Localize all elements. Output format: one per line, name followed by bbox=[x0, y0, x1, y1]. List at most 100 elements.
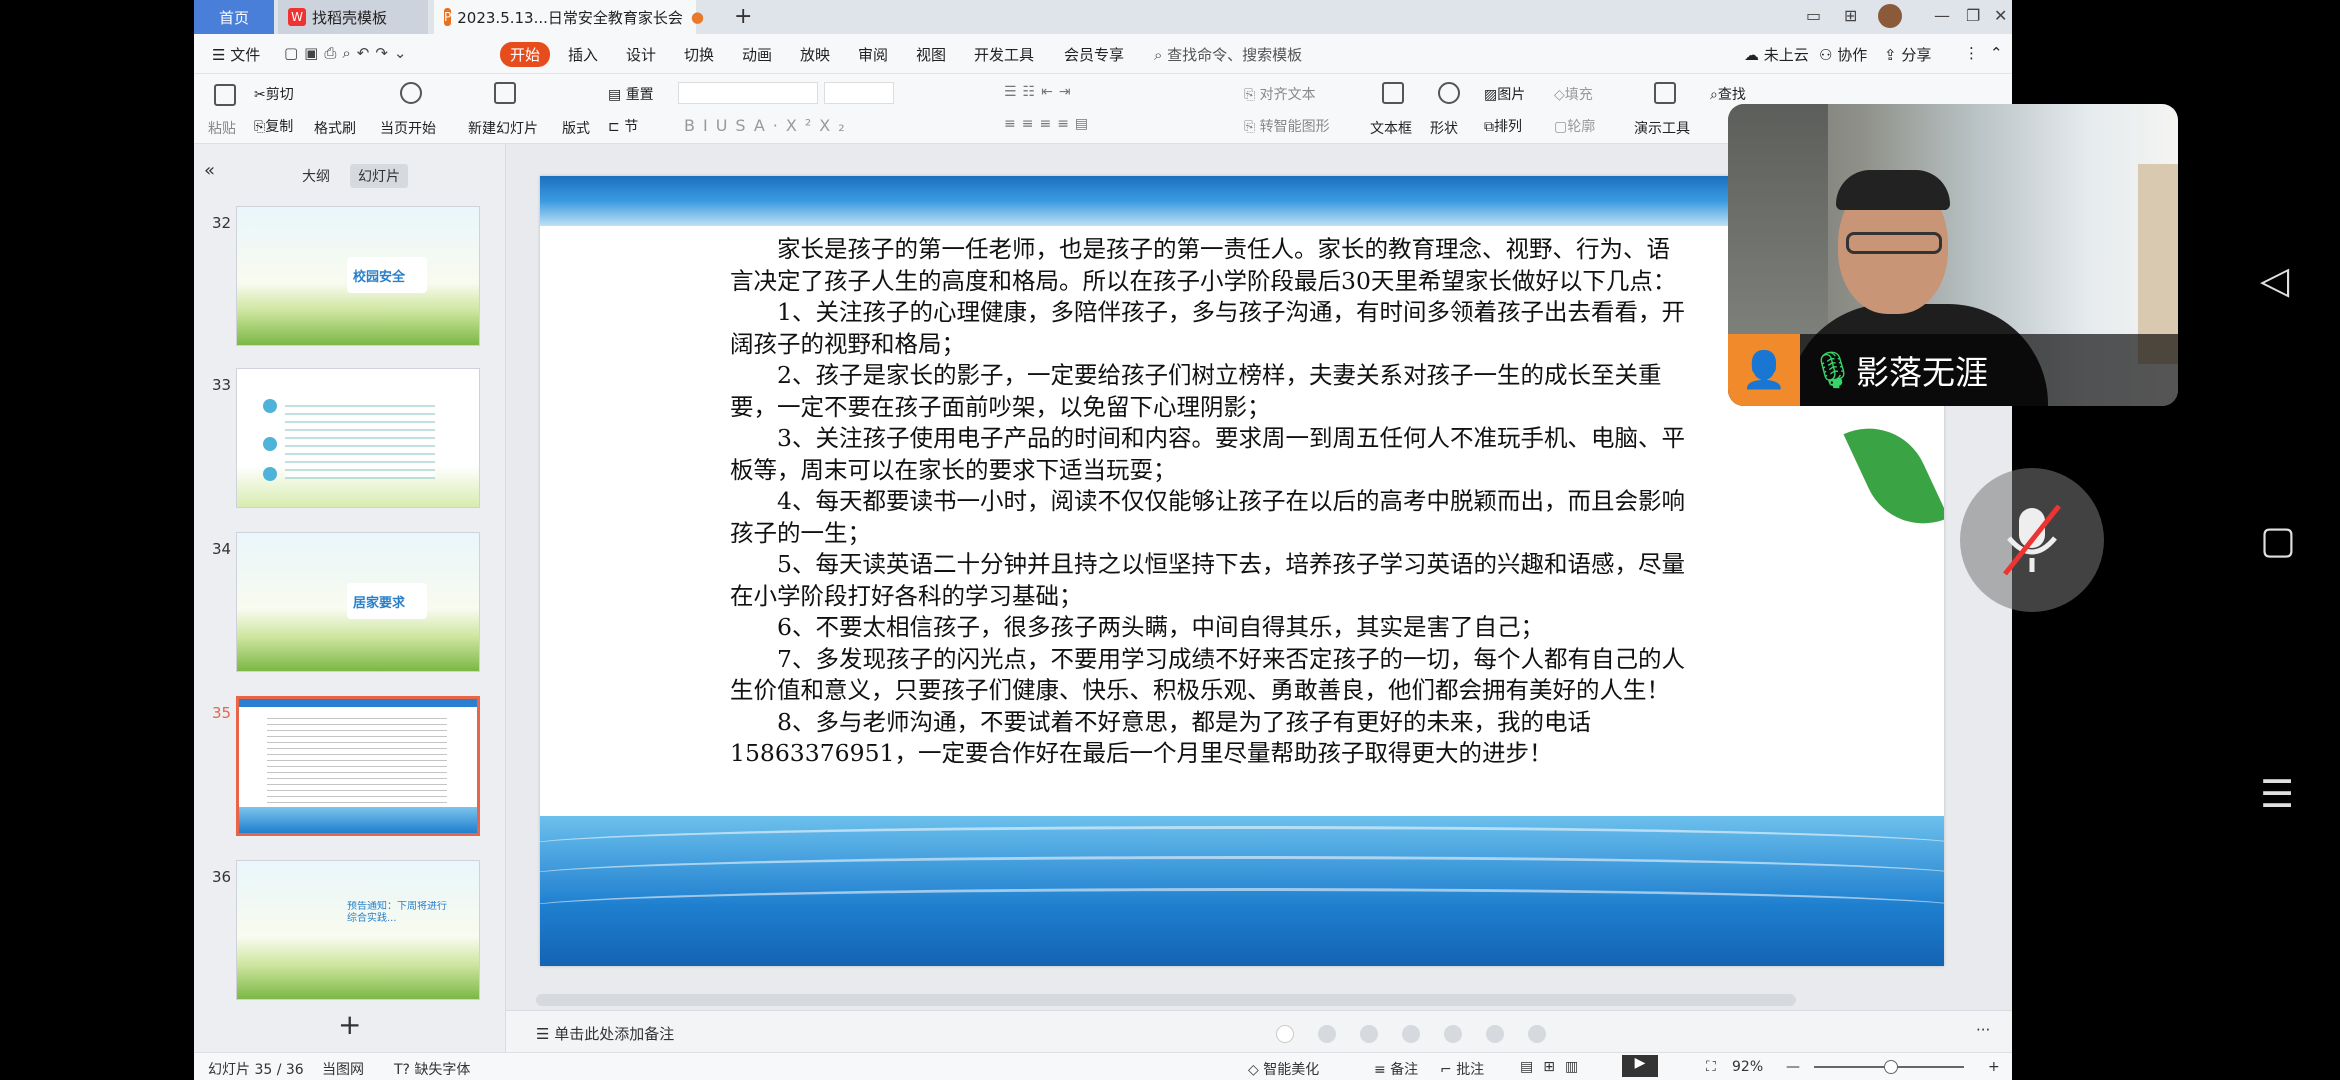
command-search[interactable]: ⌕ 查找命令、搜索模板 bbox=[1154, 44, 1302, 65]
zoom-out-button[interactable]: — bbox=[1786, 1059, 1800, 1075]
home-nav-icon[interactable]: ▢ bbox=[2260, 518, 2296, 562]
slide-thumb-33[interactable] bbox=[236, 368, 480, 508]
menu-developer[interactable]: 开发工具 bbox=[974, 44, 1034, 65]
layout-icon[interactable]: ▭ bbox=[1806, 6, 1821, 25]
comments-toggle[interactable]: ⌐ 批注 bbox=[1440, 1059, 1484, 1079]
paragraph: 5、每天读英语二十分钟并且持之以恒坚持下去，培养孩子学习英语的兴趣和语感，尽量在… bbox=[730, 550, 1685, 610]
play-icon[interactable] bbox=[400, 82, 422, 104]
collapse-ribbon-icon[interactable]: ⌃ bbox=[1990, 44, 2003, 62]
tab-slides[interactable]: 幻灯片 bbox=[350, 164, 408, 188]
present-tool-button[interactable]: 演示工具 bbox=[1634, 118, 1690, 138]
missing-font-button[interactable]: T? 缺失字体 bbox=[394, 1059, 470, 1079]
zoom-level[interactable]: 92% bbox=[1732, 1059, 1763, 1075]
font-name-select[interactable] bbox=[678, 82, 818, 104]
reset-button[interactable]: ▤ 重置 bbox=[608, 84, 654, 104]
add-slide-button[interactable]: + bbox=[338, 1008, 361, 1041]
more-icon[interactable]: ⋮ bbox=[1964, 44, 1979, 62]
restore-icon[interactable]: ❐ bbox=[1966, 6, 1980, 25]
notes-bar[interactable]: ☰ 单击此处添加备注 ··· bbox=[506, 1010, 2012, 1052]
mute-button[interactable] bbox=[1960, 468, 2104, 612]
cut-button[interactable]: ✂剪切 bbox=[254, 84, 294, 104]
copy-button[interactable]: ⎘复制 bbox=[254, 116, 293, 136]
textbox-icon[interactable] bbox=[1382, 82, 1404, 104]
theme-name[interactable]: 当图网 bbox=[322, 1059, 364, 1079]
participant-name: 影落无涯 bbox=[1856, 353, 1988, 392]
menu-file[interactable]: ☰ 文件 bbox=[212, 44, 260, 65]
find-button[interactable]: ⌕查找 bbox=[1710, 84, 1746, 104]
grid-icon[interactable]: ⊞ bbox=[1844, 6, 1857, 25]
menu-start[interactable]: 开始 bbox=[500, 42, 551, 67]
collapse-panel-icon[interactable]: « bbox=[204, 160, 215, 181]
cloud-status[interactable]: ☁ 未上云 bbox=[1744, 44, 1809, 65]
picture-button[interactable]: ▨图片 bbox=[1484, 84, 1525, 104]
slide-thumb-36[interactable]: 预告通知：下周将进行综合实践... bbox=[236, 860, 480, 1000]
participant-bar: 👤 🎙 影落无涯 bbox=[1728, 334, 2178, 406]
horizontal-scrollbar[interactable] bbox=[536, 994, 1796, 1006]
close-icon[interactable]: ✕ bbox=[1994, 6, 2007, 25]
menu-transition[interactable]: 切换 bbox=[684, 44, 714, 65]
tab-outline[interactable]: 大纲 bbox=[294, 164, 338, 188]
menu-view[interactable]: 视图 bbox=[916, 44, 946, 65]
font-size-select[interactable] bbox=[824, 82, 894, 104]
tab-home[interactable]: 首页 bbox=[194, 0, 274, 34]
font-style-buttons[interactable]: BIUSA·X²X₂ bbox=[684, 116, 853, 135]
menu-review[interactable]: 审阅 bbox=[858, 44, 888, 65]
menu-nav-icon[interactable]: ☰ bbox=[2260, 772, 2294, 816]
user-icon: 👤 bbox=[1728, 334, 1800, 406]
menu-slideshow[interactable]: 放映 bbox=[800, 44, 830, 65]
more-dots-icon[interactable]: ··· bbox=[1976, 1021, 1990, 1039]
menu-bar: ☰ 文件 ▢▣⎙⌕↶↷⌄ 开始 插入 设计 切换 动画 放映 审阅 视图 开发工… bbox=[194, 34, 2012, 74]
slide-thumb-32[interactable]: 校园安全 bbox=[236, 206, 480, 346]
share-button[interactable]: ⇪ 分享 bbox=[1884, 44, 1931, 65]
quick-access-icons[interactable]: ▢▣⎙⌕↶↷⌄ bbox=[284, 44, 412, 62]
tab-bar: 首页 W 找稻壳模板 P 2023.5.13...日常安全教育家长会 ● + ▭ ⊞ … bbox=[194, 0, 2012, 34]
arrange-button[interactable]: ⧉排列 bbox=[1484, 116, 1522, 136]
view-buttons[interactable]: ▤⊞▥ bbox=[1520, 1059, 1588, 1075]
zoom-fit-icon[interactable]: ⛶ bbox=[1706, 1059, 1716, 1075]
zoom-in-button[interactable]: + bbox=[1988, 1059, 2000, 1075]
beautify-button[interactable]: ◇ 智能美化 bbox=[1248, 1059, 1319, 1079]
from-current-button[interactable]: 当页开始 bbox=[380, 118, 436, 138]
minimize-icon[interactable]: — bbox=[1934, 6, 1950, 25]
align-buttons[interactable]: ≡≡≡≡▤ bbox=[1004, 116, 1094, 132]
textbox-button[interactable]: 文本框 bbox=[1370, 118, 1412, 138]
layout-button[interactable]: 版式 bbox=[562, 118, 590, 138]
list-buttons[interactable]: ☰☷⇤⇥ bbox=[1004, 84, 1077, 100]
paste-button[interactable]: 粘贴 bbox=[208, 118, 236, 138]
shape-button[interactable]: 形状 bbox=[1430, 118, 1458, 138]
collaborate-button[interactable]: ⚇ 协作 bbox=[1819, 44, 1867, 65]
present-tool-icon[interactable] bbox=[1654, 82, 1676, 104]
paragraph: 4、每天都要读书一小时，阅读不仅仅能够让孩子在以后的高考中脱颖而出，而且会影响孩… bbox=[730, 487, 1685, 547]
paragraph: 3、关注孩子使用电子产品的时间和内容。要求周一到周五任何人不准玩手机、电脑、平板… bbox=[730, 424, 1685, 484]
tab-templates[interactable]: W 找稻壳模板 bbox=[278, 0, 428, 34]
shape-icon[interactable] bbox=[1438, 82, 1460, 104]
page-dots bbox=[1276, 1025, 1546, 1043]
paste-icon[interactable] bbox=[214, 84, 236, 106]
notes-placeholder[interactable]: ☰ 单击此处添加备注 bbox=[536, 1023, 674, 1044]
slide-thumb-35[interactable] bbox=[236, 696, 480, 836]
new-slide-icon[interactable] bbox=[494, 82, 516, 104]
slide-body-text[interactable]: 家长是孩子的第一任老师，也是孩子的第一责任人。家长的教育理念、视野、行为、语言决… bbox=[730, 234, 1690, 770]
back-nav-icon[interactable]: ◁ bbox=[2260, 258, 2289, 302]
video-call-window[interactable]: 👤 🎙 影落无涯 bbox=[1728, 104, 2178, 406]
fill-button[interactable]: ◇填充 bbox=[1554, 84, 1593, 104]
thumb-number: 33 bbox=[212, 376, 232, 394]
format-painter-button[interactable]: 格式刷 bbox=[314, 118, 356, 138]
menu-insert[interactable]: 插入 bbox=[568, 44, 598, 65]
align-text-button[interactable]: ⎘ 对齐文本 bbox=[1244, 84, 1316, 104]
slide-thumb-34[interactable]: 居家要求 bbox=[236, 532, 480, 672]
tab-presentation[interactable]: P 2023.5.13...日常安全教育家长会 ● bbox=[434, 0, 704, 34]
outline-button[interactable]: ▢轮廓 bbox=[1554, 116, 1595, 136]
new-slide-button[interactable]: 新建幻灯片 bbox=[468, 118, 538, 138]
menu-design[interactable]: 设计 bbox=[626, 44, 656, 65]
avatar[interactable] bbox=[1878, 4, 1902, 28]
new-tab-button[interactable]: + bbox=[734, 4, 752, 29]
menu-animation[interactable]: 动画 bbox=[742, 44, 772, 65]
smart-graphic-button[interactable]: ⎘ 转智能图形 bbox=[1244, 116, 1330, 136]
docer-icon: W bbox=[288, 8, 306, 26]
zoom-slider-handle[interactable] bbox=[1884, 1060, 1898, 1074]
notes-toggle[interactable]: ≡ 备注 bbox=[1374, 1059, 1418, 1079]
section-button[interactable]: ⊏ 节 bbox=[608, 116, 638, 136]
menu-member[interactable]: 会员专享 bbox=[1064, 44, 1124, 65]
play-slideshow-button[interactable]: ▶ bbox=[1622, 1055, 1658, 1077]
